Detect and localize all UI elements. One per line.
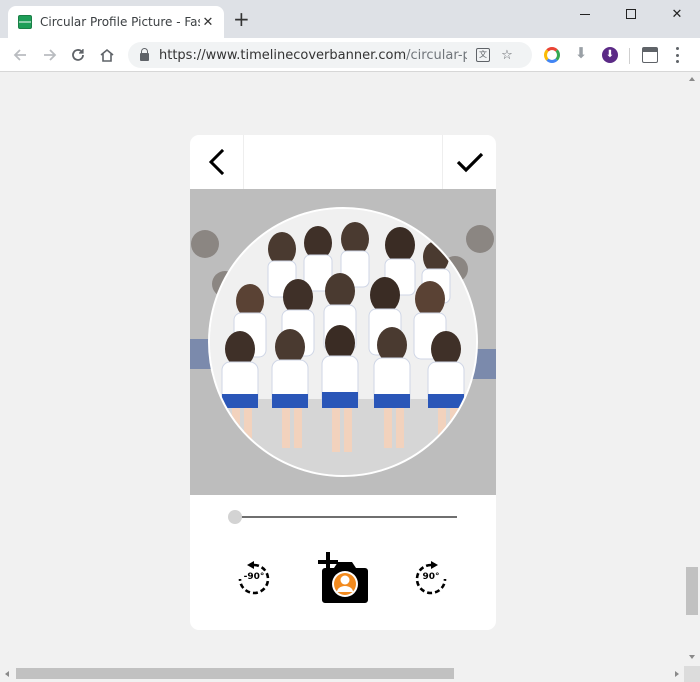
page-viewport: -90° 90° (0, 72, 684, 666)
vertical-scrollbar[interactable] (684, 72, 700, 666)
circular-crop-preview[interactable] (208, 207, 478, 477)
zoom-slider[interactable] (228, 510, 460, 524)
toolbar-divider (629, 48, 630, 64)
minimize-button[interactable] (562, 0, 608, 28)
new-tab-button[interactable]: + (233, 9, 250, 29)
browser-toolbar: https://www.timelinecoverbanner.com/circ… (0, 38, 700, 72)
zoom-slider-thumb[interactable] (228, 510, 242, 524)
arrow-left-icon (13, 49, 26, 61)
reload-button[interactable] (66, 43, 90, 67)
tab-strip: Circular Profile Picture - Fast Or ✕ + ✕ (0, 0, 700, 38)
translate-icon: 文 (476, 48, 490, 62)
back-button[interactable] (8, 43, 32, 67)
group-photo (210, 209, 476, 475)
home-button[interactable] (95, 43, 119, 67)
horizontal-scrollbar[interactable] (0, 666, 700, 682)
browser-menu-icon[interactable] (675, 47, 679, 63)
download-arrow-icon[interactable]: ⬇ (573, 44, 589, 62)
home-icon (100, 48, 114, 62)
crop-editor-card: -90° 90° (190, 135, 496, 630)
reload-icon (72, 49, 84, 61)
maximize-icon (626, 9, 636, 19)
editor-actions: -90° 90° (190, 550, 496, 606)
address-bar[interactable]: https://www.timelinecoverbanner.com/circ… (128, 42, 532, 68)
arrow-right-icon (44, 49, 57, 61)
tab-title: Circular Profile Picture - Fast Or (40, 15, 200, 29)
browser-tab[interactable]: Circular Profile Picture - Fast Or ✕ (8, 6, 224, 38)
url-host: https://www.timelinecoverbanner.com (159, 47, 407, 63)
back-button[interactable] (190, 135, 244, 189)
crop-area[interactable] (190, 189, 496, 495)
rotate-left-label: -90° (243, 572, 265, 582)
lock-icon (140, 48, 149, 61)
upload-photo-button[interactable] (315, 550, 373, 606)
tab-close-icon[interactable]: ✕ (200, 15, 216, 30)
maximize-button[interactable] (608, 0, 654, 28)
chevron-left-icon (208, 149, 224, 175)
rotate-left-button[interactable]: -90° (235, 560, 273, 598)
bookmark-star-icon[interactable]: ☆ (499, 47, 515, 63)
add-photo-camera-icon (318, 552, 368, 603)
translate-button[interactable]: 文 (475, 47, 491, 63)
extension-ring-icon[interactable] (544, 47, 560, 63)
rotate-right-button[interactable]: 90° (412, 560, 450, 598)
card-header (190, 135, 496, 189)
download-extension-icon[interactable]: ⬇ (602, 47, 618, 63)
rotate-right-label: 90° (422, 572, 440, 582)
scrollbar-corner (684, 666, 700, 682)
minimize-icon (580, 13, 590, 15)
checkmark-icon (456, 152, 483, 173)
forward-button[interactable] (38, 43, 62, 67)
calendar-extension-icon[interactable] (642, 47, 658, 63)
vertical-scrollbar-thumb[interactable] (686, 567, 698, 615)
window-controls: ✕ (562, 0, 700, 28)
horizontal-scrollbar-thumb[interactable] (16, 668, 454, 679)
zoom-slider-track[interactable] (234, 516, 457, 518)
site-favicon-icon (18, 15, 32, 29)
url-path: /circular-pr... (406, 47, 467, 63)
window-close-button[interactable]: ✕ (654, 0, 700, 28)
url-text[interactable]: https://www.timelinecoverbanner.com/circ… (159, 48, 467, 63)
confirm-button[interactable] (442, 135, 496, 189)
